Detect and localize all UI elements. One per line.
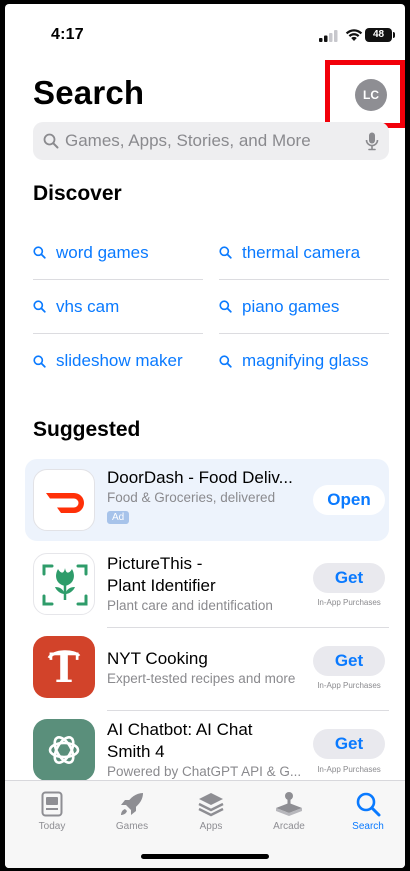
in-app-purchases-label: In-App Purchases: [317, 765, 381, 774]
app-subtitle: Food & Groceries, delivered: [107, 490, 276, 505]
tab-label: Search: [352, 821, 384, 832]
cellular-signal-icon: [319, 30, 338, 42]
discover-item[interactable]: vhs cam: [33, 280, 203, 334]
tab-label: Apps: [199, 821, 223, 832]
app-row-nyt-cooking[interactable]: T NYT Cooking Expert-tested recipes and …: [25, 626, 389, 708]
today-icon: [41, 791, 63, 817]
search-icon: [219, 354, 232, 368]
chatbot-logo-icon: [33, 719, 95, 781]
app-name: NYT Cooking: [107, 649, 208, 668]
app-name: DoorDash - Food Deliv...: [107, 468, 293, 487]
tab-search[interactable]: Search: [333, 791, 403, 832]
search-bar[interactable]: [33, 122, 389, 160]
get-button[interactable]: Get: [313, 563, 385, 593]
in-app-purchases-label: In-App Purchases: [317, 681, 381, 690]
app-info: DoorDash - Food Deliv... Food & Grocerie…: [107, 467, 307, 525]
search-icon: [33, 246, 46, 259]
plant-icon: [33, 553, 95, 615]
discover-item-label: magnifying glass: [242, 351, 369, 370]
discover-item[interactable]: word games: [33, 226, 203, 280]
wifi-icon: [345, 29, 363, 41]
discover-item[interactable]: piano games: [219, 280, 389, 334]
battery-icon: 48: [365, 28, 395, 42]
doordash-logo-icon: [33, 469, 95, 531]
discover-item-label: vhs cam: [56, 296, 120, 316]
status-bar: 4:17 48: [5, 4, 405, 54]
search-icon: [356, 792, 381, 817]
joystick-icon: [276, 792, 302, 816]
discover-item-label: word games: [56, 242, 149, 262]
discover-item-label: thermal camera: [242, 242, 361, 262]
app-row-ai-chatbot[interactable]: AI Chatbot: AI Chat Smith 4 Powered by C…: [25, 709, 389, 791]
tab-today[interactable]: Today: [17, 791, 87, 832]
app-name: AI Chatbot: AI Chat Smith 4: [107, 720, 253, 761]
app-subtitle: Plant care and identification: [107, 598, 273, 613]
discover-item[interactable]: slideshow maker: [33, 334, 203, 388]
open-button[interactable]: Open: [313, 485, 385, 515]
discover-item[interactable]: thermal camera: [219, 226, 389, 280]
tab-games[interactable]: Games: [97, 791, 167, 832]
app-info: PictureThis - Plant Identifier Plant car…: [107, 553, 307, 615]
get-button[interactable]: Get: [313, 729, 385, 759]
discover-item-label: piano games: [242, 296, 340, 316]
nyt-logo-icon: T: [33, 636, 95, 698]
tab-arcade[interactable]: Arcade: [254, 791, 324, 832]
rocket-icon: [121, 793, 143, 815]
discover-heading: Discover: [33, 182, 122, 205]
status-time: 4:17: [51, 26, 84, 43]
discover-item-label: slideshow maker: [56, 351, 183, 370]
in-app-purchases-label: In-App Purchases: [317, 598, 381, 607]
tab-apps[interactable]: Apps: [176, 791, 246, 832]
ad-badge: Ad: [107, 511, 130, 524]
get-button[interactable]: Get: [313, 646, 385, 676]
tab-label: Today: [38, 821, 66, 832]
search-input[interactable]: [65, 122, 355, 160]
app-row-doordash[interactable]: DoorDash - Food Deliv... Food & Grocerie…: [25, 459, 389, 541]
app-row-picturethis[interactable]: PictureThis - Plant Identifier Plant car…: [25, 543, 389, 625]
account-avatar[interactable]: LC: [355, 79, 387, 111]
app-subtitle: Powered by ChatGPT API & G...: [107, 764, 302, 779]
app-store-screen: 4:17 48 Search LC Discover: [5, 4, 405, 868]
search-icon: [33, 354, 46, 368]
app-subtitle: Expert-tested recipes and more: [107, 671, 296, 686]
search-icon: [43, 133, 59, 149]
search-icon: [219, 246, 232, 259]
tab-label: Games: [115, 821, 149, 832]
tab-label: Arcade: [273, 821, 305, 832]
home-indicator: [141, 854, 269, 859]
search-icon: [219, 300, 232, 313]
page-title: Search: [33, 74, 145, 111]
app-info: AI Chatbot: AI Chat Smith 4 Powered by C…: [107, 719, 307, 781]
microphone-icon[interactable]: [365, 132, 379, 151]
app-name: PictureThis - Plant Identifier: [107, 554, 216, 595]
search-icon: [33, 300, 46, 313]
suggested-heading: Suggested: [33, 418, 141, 441]
discover-item[interactable]: magnifying glass: [219, 334, 389, 388]
app-info: NYT Cooking Expert-tested recipes and mo…: [107, 648, 307, 688]
layers-icon: [198, 793, 224, 817]
